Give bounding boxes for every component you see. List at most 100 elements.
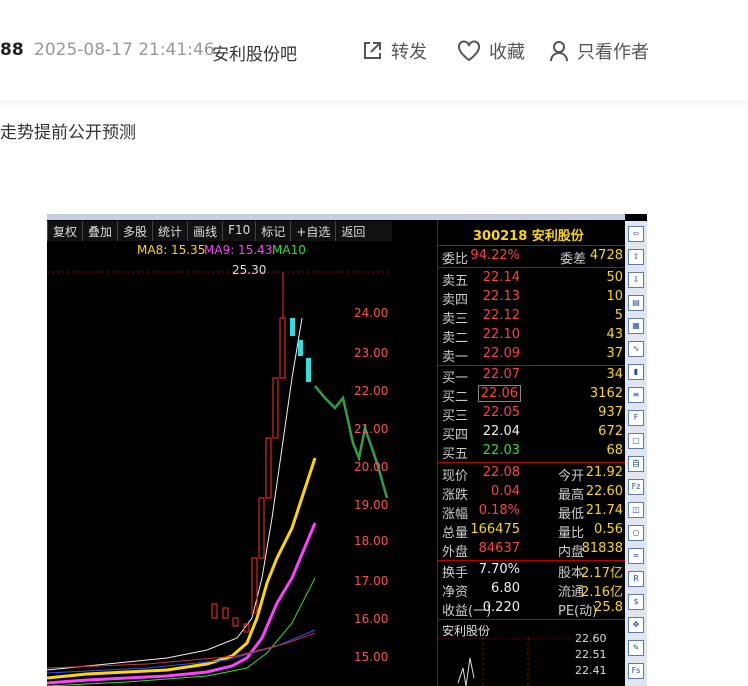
sell-label: 卖三 [442,312,469,327]
pencil-icon[interactable]: ✎ [628,640,644,656]
stock-title: 300218 安利股份 [473,229,584,244]
buy-row: 买四 22.04 672 [438,424,625,443]
stat-value: 81838 [581,541,623,556]
ma9-label: MA9: 15.43 [204,243,273,257]
arrow-down-icon[interactable]: ⇩ [628,272,644,288]
move-icon[interactable]: ✥ [628,617,644,633]
menu-item: F10 [222,221,255,241]
menu-item: +自选 [290,221,335,241]
stock-screenshot: 复权 叠加 多股 统计 画线 F10 标记 +自选 返回 MA7: 15.84 … [47,214,647,686]
user-id[interactable]: 88 [0,40,24,60]
favorite-button[interactable]: 收藏 [457,38,525,64]
stat-row: 现价 22.08 今开 21.92 [438,465,625,484]
stat-label: PE(动) [558,604,598,619]
buy-price: 22.03 [482,443,520,458]
bar-link[interactable]: 安利股份吧 [212,40,297,65]
weicha-value: 4728 [589,248,623,263]
grid-tool-icon[interactable]: ▦ [628,318,644,334]
divider [438,365,625,366]
stat-label: 今开 [558,469,585,484]
sell-price: 22.09 [482,346,520,361]
buy-label: 买四 [442,428,469,443]
stock-title-bar: 300218 安利股份 [438,221,625,246]
axis-tick: 16.00 [354,612,389,626]
fs-icon[interactable]: Fs [628,663,644,679]
list-tool-icon[interactable]: ≡ [628,387,644,403]
sell-row: 卖三 22.12 5 [438,308,625,327]
axis-tick: 18.00 [354,534,389,548]
stat-row: 外盘 84637 内盘 81838 [438,541,625,560]
user-icon [550,41,568,62]
stat-row: 换手 7.70% 股本 2.17亿 [438,562,625,581]
stat-row: 涨幅 0.18% 最低 21.74 [438,503,625,522]
sell-volume: 37 [606,346,623,361]
arrow-up-icon[interactable]: ⇧ [628,249,644,265]
refresh-icon[interactable]: ○ [628,525,644,541]
buy-row: 买一 22.07 34 [438,367,625,386]
buy-price: 22.05 [482,405,520,420]
candle-chart-icon[interactable]: ▮ [628,364,644,380]
weicha-label: 委差 [560,252,587,267]
buy-price: 22.04 [482,424,520,439]
buy-volume: 34 [606,367,623,382]
stat-value: 166475 [470,522,520,537]
line-chart-icon[interactable]: ∿ [628,341,644,357]
stat-label: 总量 [442,526,469,541]
heart-icon [458,40,480,62]
fz-icon[interactable]: Fz [628,479,644,495]
buy-label: 买一 [442,371,469,386]
author-only-button[interactable]: 只看作者 [549,38,649,64]
stat-label: 最低 [558,507,585,522]
sell-label: 卖四 [442,293,469,308]
candlestick-chart: 25.30 [47,263,392,686]
arrow-left-icon[interactable]: ⇦ [628,226,644,242]
sell-price: 22.13 [482,289,520,304]
f10-icon[interactable]: F [628,410,644,426]
buy-volume: 68 [606,443,623,458]
divider [438,462,625,463]
stat-value: 21.92 [585,465,623,480]
indicator-icon[interactable]: ◫ [628,502,644,518]
buy-price: 22.07 [482,367,520,382]
window-toolbar [47,214,625,220]
buy-volume: 3162 [589,386,623,401]
sell-row: 卖二 22.10 43 [438,327,625,346]
axis-tick: 19.00 [354,498,389,512]
stat-label: 内盘 [558,545,585,560]
peak-price-label: 25.30 [232,263,266,277]
buy-label: 买二 [442,390,469,405]
stat-value: 0.220 [482,600,520,615]
rsi-icon[interactable]: R [628,571,644,587]
stat-label: 净资 [442,585,469,600]
stat-value: 21.74 [585,503,623,518]
ma7-label: MA7: 15.84 [64,243,133,257]
stat-row: 收益(一) 0.220 PE(动) 25.8 [438,600,625,619]
buy-row: 买二 22.06 3162 [438,385,625,405]
mini-price-tick: 22.60 [575,632,607,645]
menu-item: 标记 [255,221,290,241]
wave-icon[interactable]: ≈ [628,548,644,564]
sell-label: 卖二 [442,331,469,346]
stat-row: 总量 166475 量比 0.56 [438,522,625,541]
stat-label: 最高 [558,488,585,503]
share-button[interactable]: 转发 [361,38,427,64]
stat-label: 现价 [442,469,469,484]
chart-tool-icon[interactable]: ▤ [628,295,644,311]
sell-row: 卖五 22.14 50 [438,270,625,289]
dollar-icon[interactable]: $ [628,594,644,610]
stat-value: 6.80 [491,581,520,596]
sell-row: 卖四 22.13 10 [438,289,625,308]
axis-tick: 15.00 [354,650,389,664]
document-icon[interactable]: ▢ [628,433,644,449]
sell-volume: 43 [606,327,623,342]
stat-value: 7.70% [478,562,520,577]
buy-volume: 672 [598,424,623,439]
mini-price-tick: 22.41 [575,664,607,677]
menu-item: 叠加 [82,221,117,241]
stat-label: 换手 [442,566,469,581]
stat-value: 22.08 [482,465,520,480]
axis-tick: 17.00 [354,574,389,588]
self-select-icon[interactable]: 自 [628,456,644,472]
post-title: 走势提前公开预测 [0,123,136,143]
divider [438,267,625,268]
